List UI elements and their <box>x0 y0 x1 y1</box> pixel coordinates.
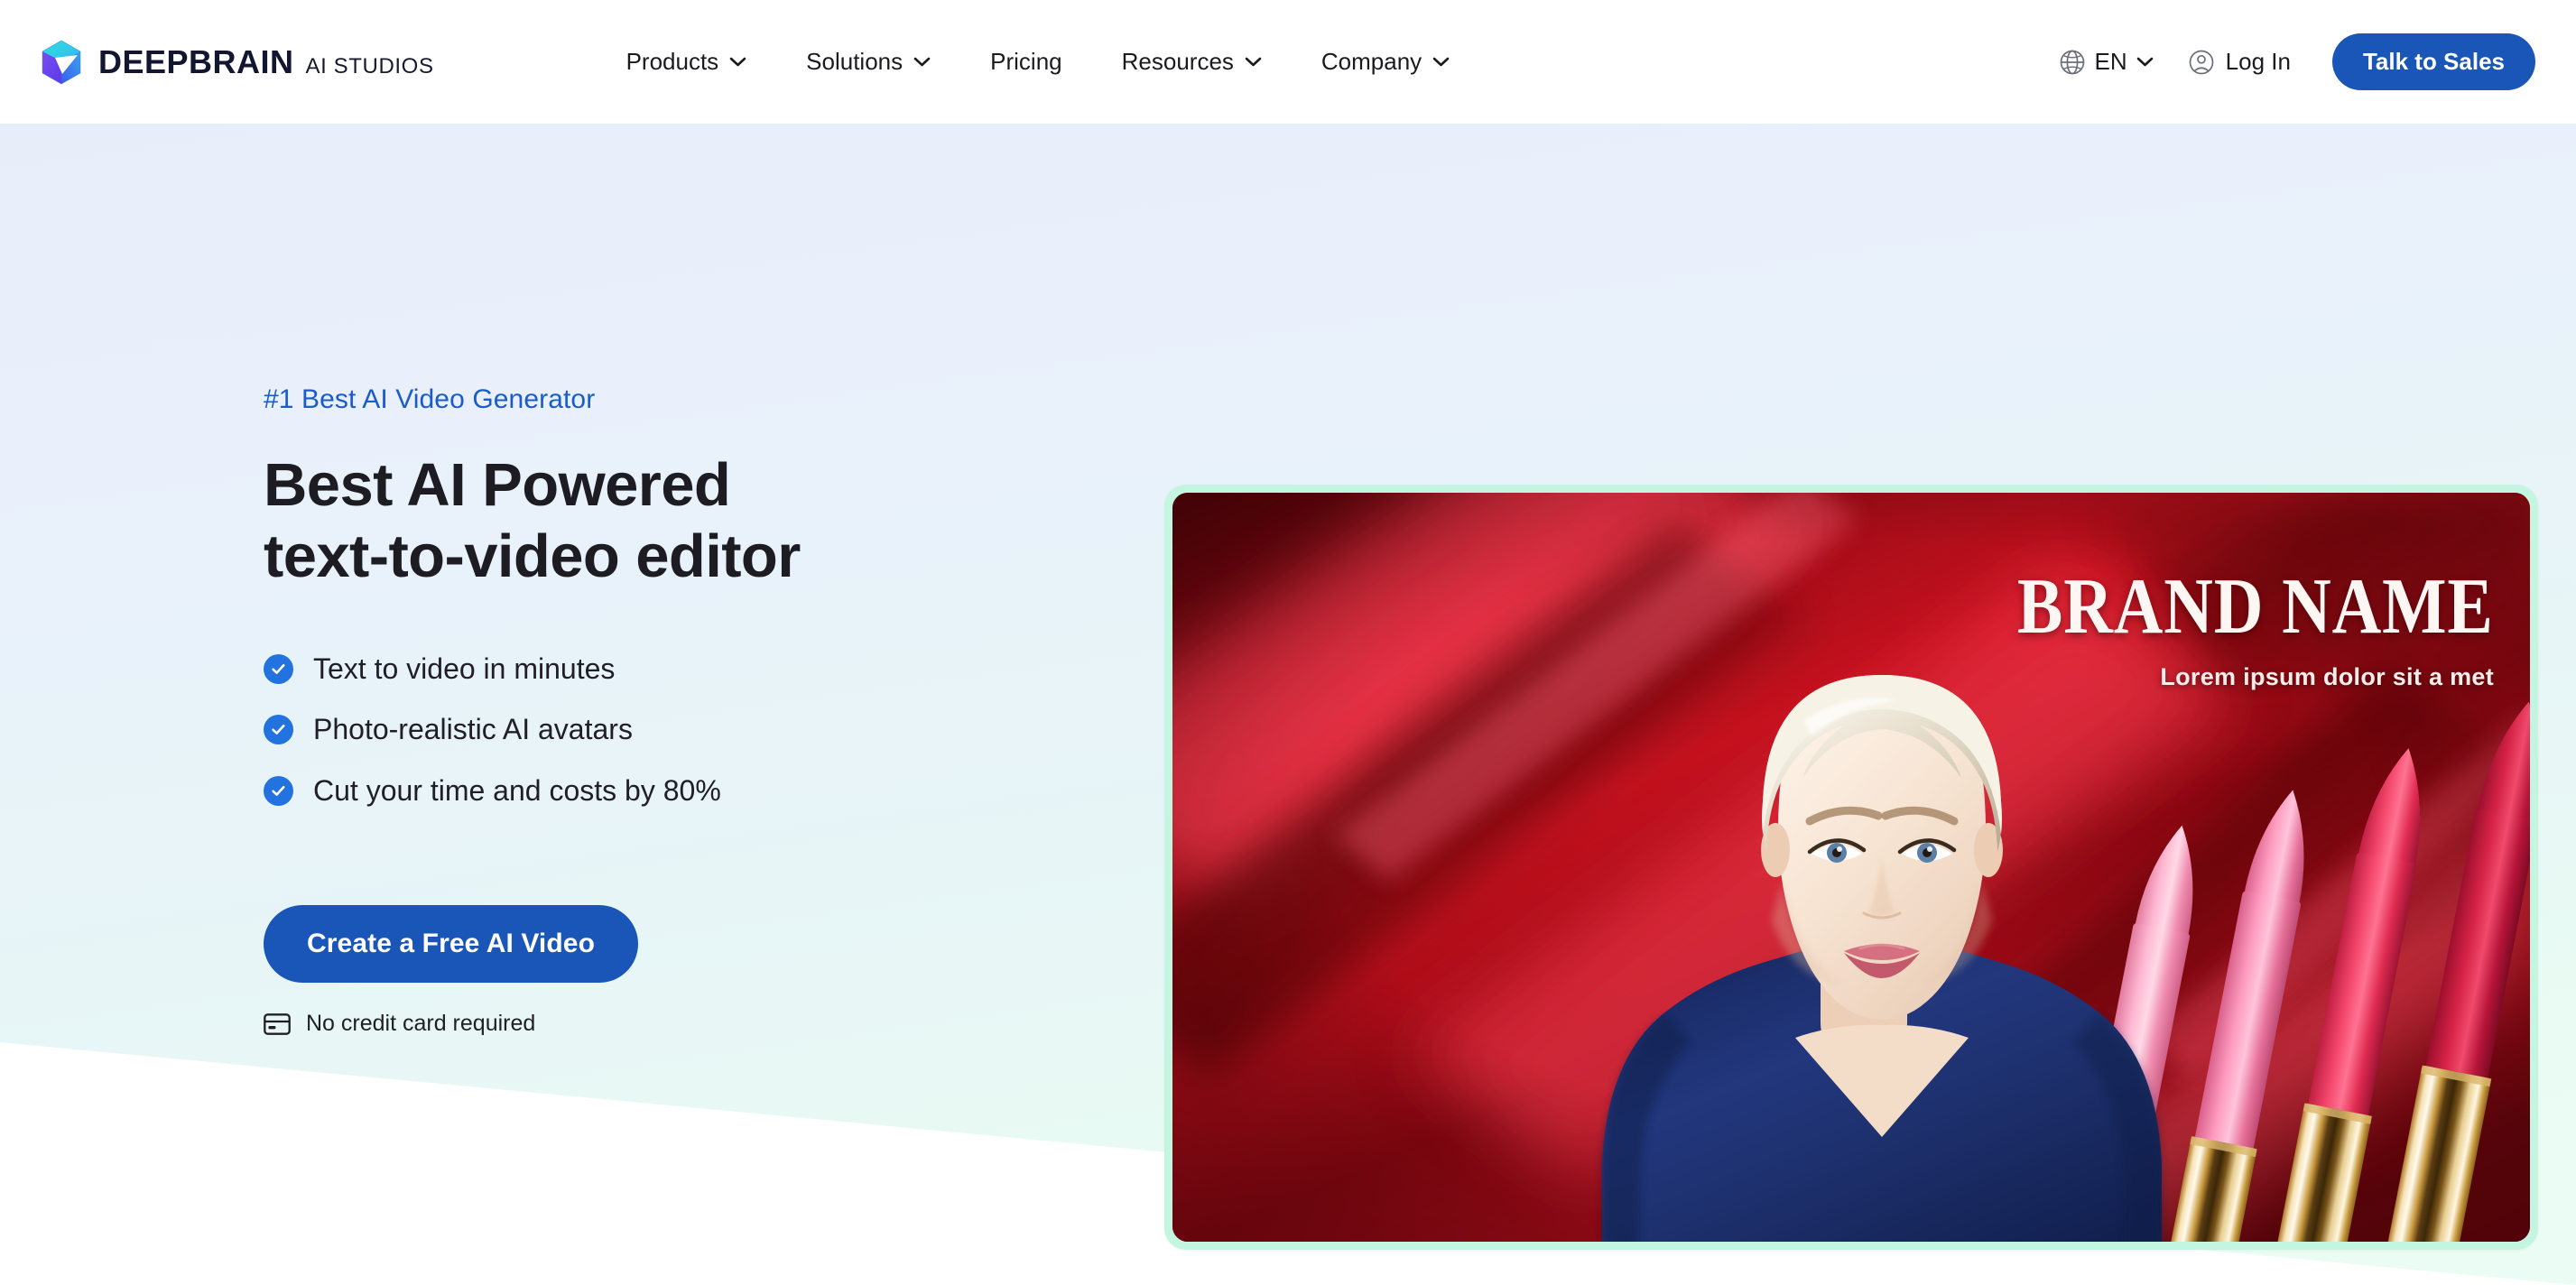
hero-copy-block: #1 Best AI Video Generator Best AI Power… <box>264 384 1166 1037</box>
hero-cta-block: Create a Free AI Video No credit card re… <box>264 905 1166 1037</box>
nav-label-company: Company <box>1320 48 1422 75</box>
feature-label: Photo-realistic AI avatars <box>313 713 633 746</box>
hero-video-frame: BRAND NAME Lorem ipsum dolor sit a met <box>1172 493 2530 1242</box>
check-circle-icon <box>264 715 293 745</box>
talk-to-sales-button[interactable]: Talk to Sales <box>2331 33 2535 90</box>
nav-label-products: Products <box>625 48 719 75</box>
nav-label-solutions: Solutions <box>806 48 903 75</box>
chevron-down-icon <box>1432 57 1450 67</box>
site-header: DEEPBRAIN AI STUDIOS Products Solutions … <box>0 0 2576 124</box>
nav-item-pricing[interactable]: Pricing <box>960 35 1091 89</box>
feature-item: Text to video in minutes <box>264 652 1166 686</box>
check-circle-icon <box>264 775 293 806</box>
create-free-ai-video-button[interactable]: Create a Free AI Video <box>264 905 639 984</box>
presenter-figure <box>1602 675 2162 1242</box>
login-label: Log In <box>2225 48 2291 75</box>
chevron-down-icon <box>1245 57 1262 67</box>
nav-label-resources: Resources <box>1121 48 1234 75</box>
chevron-down-icon <box>729 57 746 67</box>
feature-label: Cut your time and costs by 80% <box>313 773 721 807</box>
feature-item: Photo-realistic AI avatars <box>264 712 1166 746</box>
brand-name-main: DEEPBRAIN <box>98 42 294 80</box>
hero-section: #1 Best AI Video Generator Best AI Power… <box>0 124 2576 1285</box>
deepbrain-gem-logo-icon <box>42 40 81 84</box>
language-label: EN <box>2094 48 2127 75</box>
brand-wordmark: DEEPBRAIN AI STUDIOS <box>98 42 434 80</box>
feature-item: Cut your time and costs by 80% <box>264 773 1166 808</box>
login-link[interactable]: Log In <box>2168 48 2311 76</box>
hero-eyebrow: #1 Best AI Video Generator <box>264 384 596 414</box>
hero-headline: Best AI Powered text-to-video editor <box>264 449 1166 592</box>
no-credit-card-note: No credit card required <box>264 1011 1166 1037</box>
chevron-down-icon <box>2136 57 2153 67</box>
nav-label-pricing: Pricing <box>990 48 1062 75</box>
hero-headline-line-1: Best AI Powered <box>264 451 731 519</box>
brand-logo[interactable]: DEEPBRAIN AI STUDIOS <box>41 40 434 85</box>
language-selector[interactable]: EN <box>2044 48 2168 76</box>
chevron-down-icon <box>913 57 931 67</box>
nav-item-solutions[interactable]: Solutions <box>776 35 960 89</box>
nav-item-products[interactable]: Products <box>597 35 777 89</box>
primary-navigation: Products Solutions Pricing Resources Com… <box>597 35 1480 89</box>
brand-name-sub: AI STUDIOS <box>305 53 434 79</box>
ai-avatar-presenter-scene <box>1602 675 2530 1242</box>
hero-video-card[interactable]: BRAND NAME Lorem ipsum dolor sit a met <box>1164 485 2538 1250</box>
header-actions: EN Log In Talk to Sales <box>2044 33 2535 90</box>
globe-icon <box>2060 50 2084 74</box>
feature-label: Text to video in minutes <box>313 652 616 686</box>
hero-headline-line-2: text-to-video editor <box>264 522 801 591</box>
nav-item-company[interactable]: Company <box>1292 35 1479 89</box>
user-circle-icon <box>2189 50 2214 74</box>
check-circle-icon <box>264 653 293 684</box>
credit-card-icon <box>264 1012 291 1035</box>
hero-feature-list: Text to video in minutes Photo-realistic… <box>264 652 1166 808</box>
nav-item-resources[interactable]: Resources <box>1092 35 1292 89</box>
no-credit-card-label: No credit card required <box>306 1011 536 1037</box>
